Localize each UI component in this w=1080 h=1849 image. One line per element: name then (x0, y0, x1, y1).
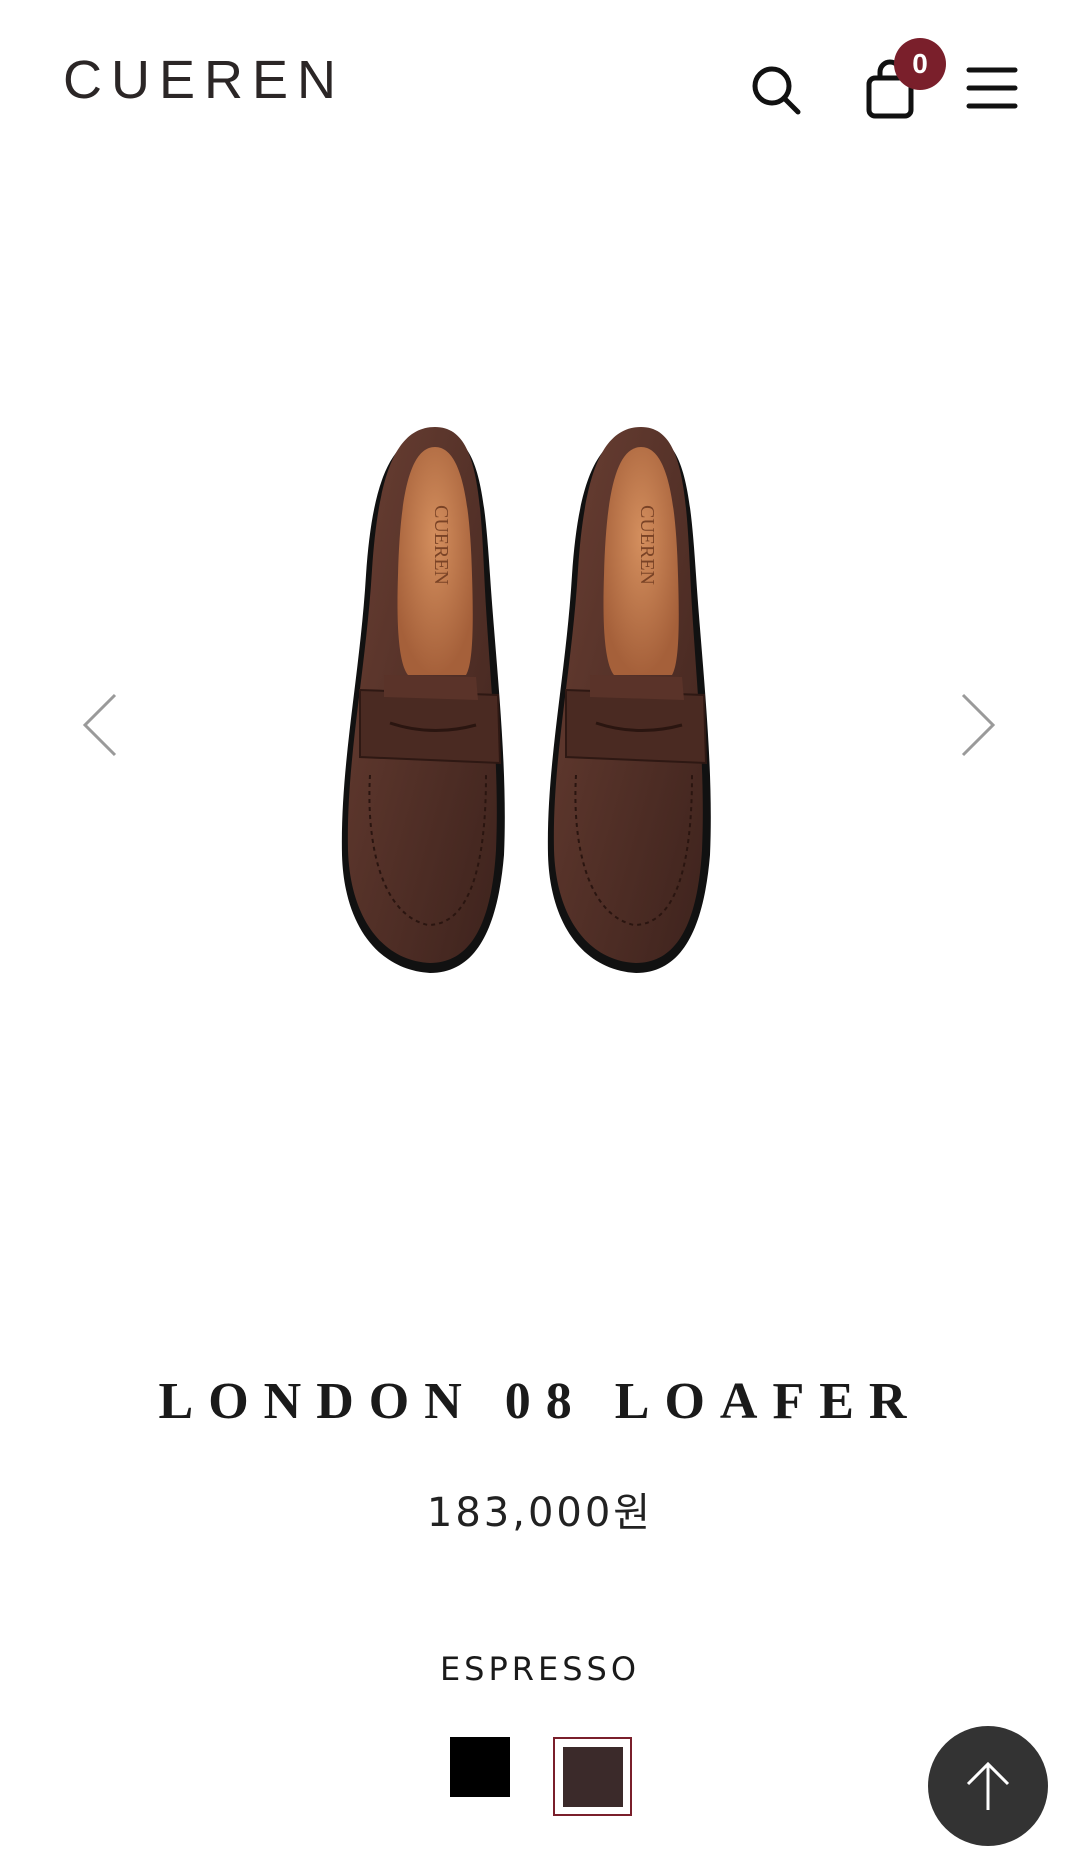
brand-logo[interactable]: CUEREN (63, 50, 345, 110)
gallery-next-button[interactable] (948, 680, 1008, 770)
arrow-up-icon (966, 1761, 1010, 1810)
chevron-right-icon (961, 693, 996, 757)
search-icon (752, 66, 801, 115)
selected-color-name: ESPRESSO (439, 1650, 641, 1688)
hamburger-menu-icon (966, 67, 1018, 109)
product-page: CUEREN 0 CUEREN CUEREN LONDON 08 LOAFER … (0, 0, 1080, 1849)
gallery-prev-button[interactable] (70, 680, 130, 770)
product-image-loafers: CUEREN CUEREN (341, 427, 711, 973)
svg-text:CUEREN: CUEREN (430, 505, 452, 585)
chevron-left-icon (82, 693, 117, 757)
product-gallery: CUEREN CUEREN (0, 170, 1080, 1310)
scroll-to-top-button[interactable] (928, 1726, 1048, 1846)
menu-button[interactable] (966, 64, 1018, 112)
color-swatch-espresso-fill (562, 1746, 623, 1807)
color-swatch-black[interactable] (450, 1737, 510, 1797)
search-button[interactable] (748, 62, 804, 118)
color-swatch-espresso[interactable] (553, 1737, 632, 1816)
left-loafer: CUEREN (341, 427, 505, 973)
product-title: LONDON 08 LOAFER (158, 1373, 922, 1430)
site-header: CUEREN 0 (0, 0, 1080, 170)
svg-text:CUEREN: CUEREN (636, 505, 658, 585)
product-price: 183,000원 (426, 1490, 654, 1536)
right-loafer: CUEREN (547, 427, 711, 973)
cart-count-badge: 0 (894, 38, 946, 90)
